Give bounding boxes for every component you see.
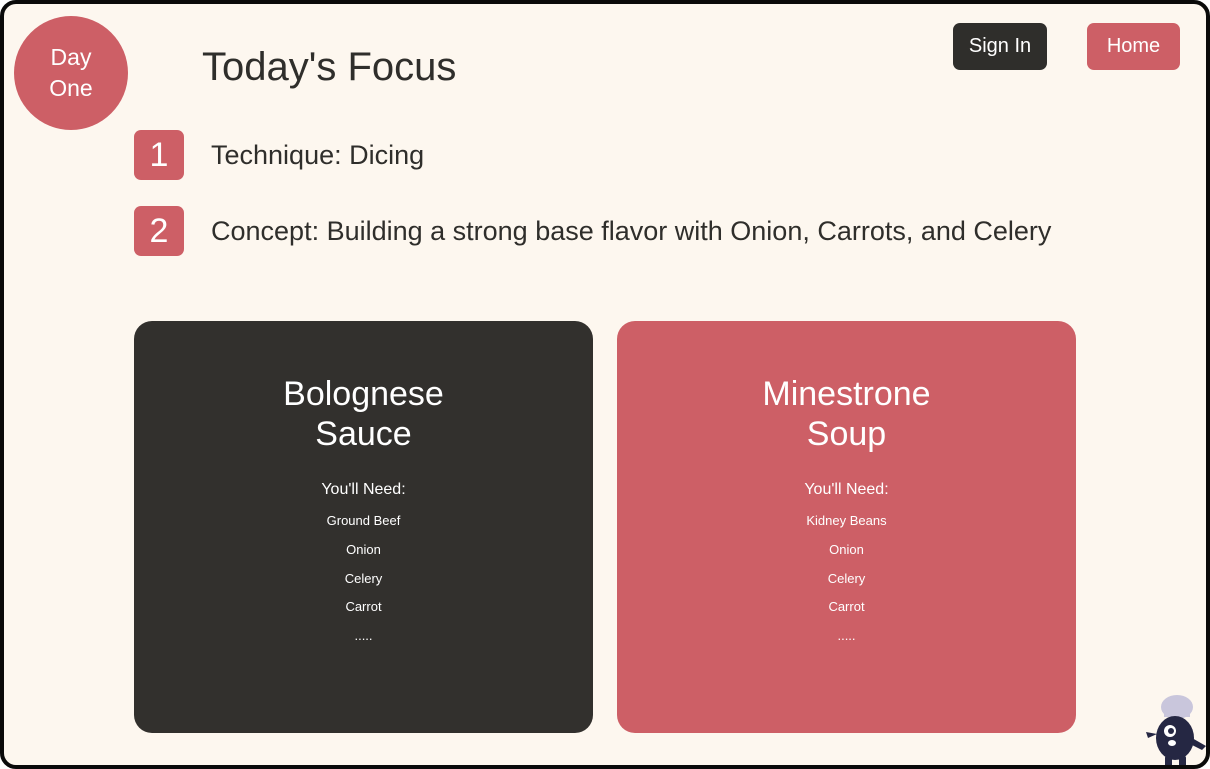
focus-number-badge: 2 <box>134 206 184 256</box>
recipe-title: Bolognese Sauce <box>283 375 444 453</box>
home-button[interactable]: Home <box>1087 23 1180 70</box>
ingredient-list: Kidney Beans Onion Celery Carrot ..... <box>617 511 1076 655</box>
focus-item-concept: 2 Concept: Building a strong base flavor… <box>134 206 1051 256</box>
app-frame: Day One Today's Focus Sign In Home 1 Tec… <box>0 0 1210 769</box>
ingredient-item: Onion <box>346 541 381 557</box>
focus-text: Concept: Building a strong base flavor w… <box>211 215 1052 246</box>
focus-number-badge: 1 <box>134 130 184 180</box>
recipe-title: Minestrone Soup <box>762 375 931 453</box>
day-badge-line1: Day <box>50 44 92 70</box>
recipe-card-bolognese[interactable]: Bolognese Sauce You'll Need: Ground Beef… <box>134 321 593 733</box>
ingredient-item: Celery <box>827 570 866 586</box>
ingredient-item: Kidney Beans <box>806 513 887 528</box>
chef-mascot-icon[interactable] <box>1142 694 1208 769</box>
ingredient-item-more: ..... <box>837 628 856 644</box>
focus-text: Technique: Dicing <box>211 139 425 170</box>
recipe-card-minestrone[interactable]: Minestrone Soup You'll Need: Kidney Bean… <box>617 321 1076 733</box>
ingredients-heading: You'll Need: <box>321 481 406 498</box>
ingredient-item: Carrot <box>828 599 865 615</box>
ingredients-heading: You'll Need: <box>804 481 889 498</box>
ingredient-item: Celery <box>344 570 383 586</box>
ingredient-item: Onion <box>829 541 864 557</box>
sign-in-button[interactable]: Sign In <box>953 23 1047 70</box>
day-badge: Day One <box>14 16 128 130</box>
page-title: Today's Focus <box>202 45 457 89</box>
day-badge-line2: One <box>49 75 93 101</box>
ingredient-item-more: ..... <box>354 628 373 644</box>
ingredient-list: Ground Beef Onion Celery Carrot ..... <box>134 511 593 655</box>
ingredient-item: Carrot <box>345 599 382 615</box>
ingredient-item: Ground Beef <box>326 513 401 528</box>
focus-item-technique: 1 Technique: Dicing <box>134 130 424 180</box>
